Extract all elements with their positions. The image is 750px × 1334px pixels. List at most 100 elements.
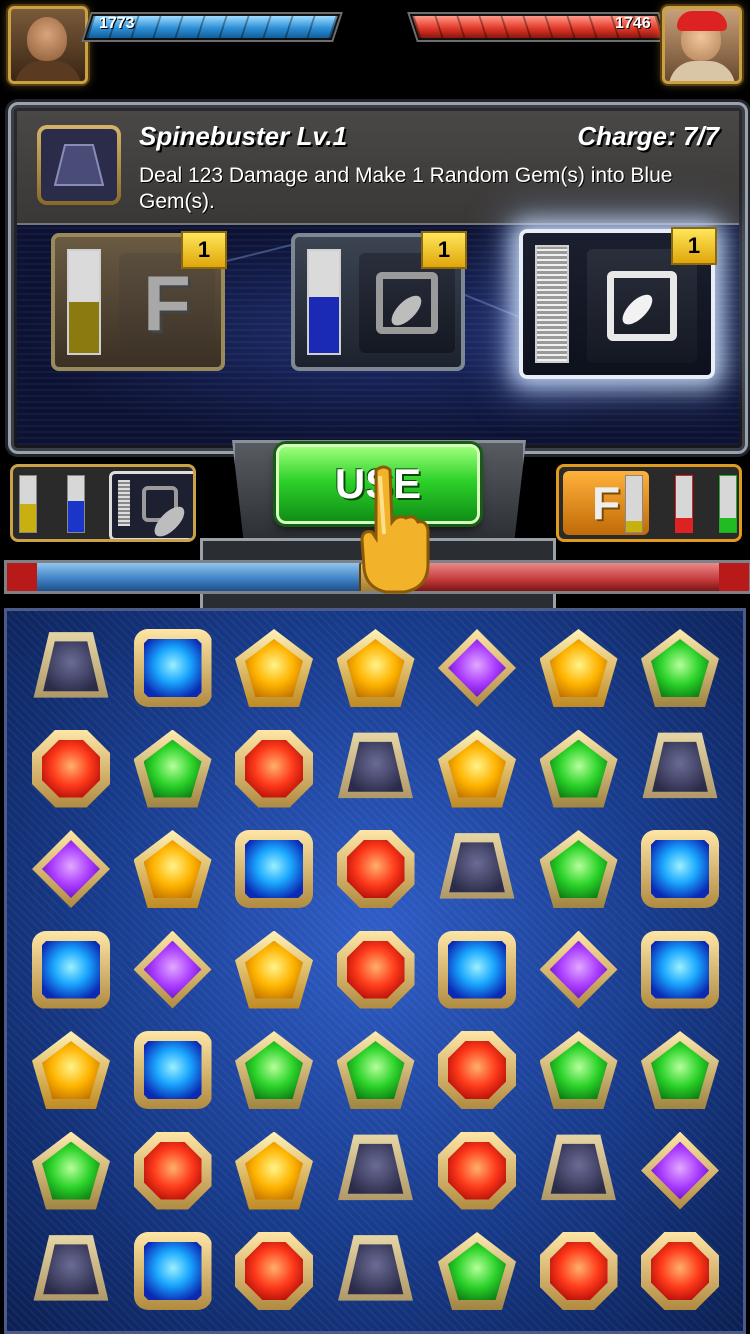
- player-avatar-body: [15, 61, 81, 81]
- yellow-gem[interactable]: [434, 726, 520, 812]
- gray-gem[interactable]: [28, 625, 114, 711]
- skill-card-brush-selected[interactable]: 1: [519, 227, 717, 379]
- opponent-slot-meter-yellow: [625, 475, 643, 533]
- slot-meter-fill: [626, 520, 642, 532]
- purple-gem[interactable]: [637, 1128, 723, 1214]
- blue-gem[interactable]: [28, 927, 114, 1013]
- player-slot-meter-blue: [67, 475, 85, 533]
- opponent-slot-meter-green: [719, 475, 737, 533]
- brush-icon-frame: [142, 486, 178, 522]
- yellow-gem[interactable]: [231, 1128, 317, 1214]
- gem-face: [651, 940, 709, 999]
- gray-gem[interactable]: [333, 1228, 419, 1314]
- yellow-gem[interactable]: [231, 625, 317, 711]
- green-gem[interactable]: [536, 1027, 622, 1113]
- green-gem[interactable]: [637, 1027, 723, 1113]
- skill-card-brush[interactable]: 1: [291, 231, 467, 371]
- blue-gem[interactable]: [130, 1027, 216, 1113]
- gray-gem[interactable]: [28, 1228, 114, 1314]
- card-count-badge: 1: [671, 227, 717, 265]
- brush-icon: [142, 486, 178, 522]
- gem-face: [245, 739, 303, 798]
- yellow-gem[interactable]: [231, 927, 317, 1013]
- opponent-avatar-cap: [677, 11, 727, 31]
- player-health-bar: 1773: [81, 12, 343, 42]
- slot-meter-fill: [676, 518, 692, 532]
- green-gem[interactable]: [130, 726, 216, 812]
- yellow-gem[interactable]: [536, 625, 622, 711]
- gem-face: [346, 840, 405, 898]
- red-gem[interactable]: [333, 927, 419, 1013]
- card-count-badge: 1: [181, 231, 227, 269]
- yellow-gem[interactable]: [28, 1027, 114, 1113]
- gray-gem[interactable]: [434, 826, 520, 912]
- player-tug-fill: [7, 563, 364, 591]
- opponent-skill-slots: F: [556, 464, 742, 542]
- brush-icon: [587, 249, 697, 363]
- green-gem[interactable]: [536, 826, 622, 912]
- gem-board: [4, 608, 746, 1334]
- red-gem[interactable]: [434, 1128, 520, 1214]
- skill-panel: Spinebuster Lv.1 Charge: 7/7 Deal 123 Da…: [8, 102, 748, 454]
- red-gem[interactable]: [434, 1027, 520, 1113]
- gray-gem[interactable]: [536, 1128, 622, 1214]
- green-gem[interactable]: [231, 1027, 317, 1113]
- slot-meter-fill: [68, 501, 84, 532]
- player-slot-brush: [109, 471, 193, 539]
- gem-face: [42, 840, 100, 898]
- purple-gem[interactable]: [28, 826, 114, 912]
- gray-gem-icon: [53, 144, 105, 186]
- card-meter-fill: [69, 302, 99, 353]
- green-gem[interactable]: [536, 726, 622, 812]
- opponent-avatar: [662, 6, 742, 84]
- red-gem[interactable]: [536, 1228, 622, 1314]
- red-gem[interactable]: [231, 1228, 317, 1314]
- gem-face: [143, 1041, 202, 1099]
- card-meter: [307, 249, 341, 355]
- card-meter-fill: [309, 296, 339, 353]
- blue-gem[interactable]: [130, 1228, 216, 1314]
- player-slot-meter-yellow: [19, 475, 37, 533]
- green-gem[interactable]: [637, 625, 723, 711]
- gem-face: [448, 940, 506, 999]
- card-count-badge: 1: [421, 231, 467, 269]
- gem-face: [42, 940, 100, 999]
- green-gem[interactable]: [333, 1027, 419, 1113]
- skill-title: Spinebuster Lv.1: [139, 121, 348, 151]
- purple-gem[interactable]: [130, 927, 216, 1013]
- blue-gem[interactable]: [130, 625, 216, 711]
- gem-face: [143, 940, 202, 999]
- card-meter: [535, 245, 569, 363]
- green-gem[interactable]: [434, 1228, 520, 1314]
- pointing-hand-icon: [360, 465, 430, 594]
- purple-gem[interactable]: [434, 625, 520, 711]
- gem-face: [651, 1141, 709, 1200]
- purple-gem[interactable]: [536, 927, 622, 1013]
- gem-face: [346, 940, 405, 999]
- blue-gem[interactable]: [434, 927, 520, 1013]
- red-gem[interactable]: [637, 1228, 723, 1314]
- red-gem[interactable]: [130, 1128, 216, 1214]
- opponent-slot-meter-red: [675, 475, 693, 533]
- skill-gem-icon: [37, 125, 121, 205]
- blue-gem[interactable]: [637, 826, 723, 912]
- gray-gem[interactable]: [637, 726, 723, 812]
- blue-gem[interactable]: [637, 927, 723, 1013]
- opponent-health-bar: 1746: [407, 12, 669, 42]
- brush-icon-frame: [607, 271, 677, 341]
- red-gem[interactable]: [333, 826, 419, 912]
- skill-card-f[interactable]: F 1: [51, 231, 227, 371]
- green-gem[interactable]: [28, 1128, 114, 1214]
- gem-face: [143, 1242, 202, 1300]
- red-gem[interactable]: [28, 726, 114, 812]
- gem-face: [549, 940, 608, 999]
- yellow-gem[interactable]: [130, 826, 216, 912]
- brush-icon-frame: [376, 272, 438, 334]
- gray-gem[interactable]: [333, 726, 419, 812]
- player-skill-slots[interactable]: [10, 464, 196, 542]
- blue-gem[interactable]: [231, 826, 317, 912]
- yellow-gem[interactable]: [333, 625, 419, 711]
- gray-gem[interactable]: [333, 1128, 419, 1214]
- card-meter: [67, 249, 101, 355]
- red-gem[interactable]: [231, 726, 317, 812]
